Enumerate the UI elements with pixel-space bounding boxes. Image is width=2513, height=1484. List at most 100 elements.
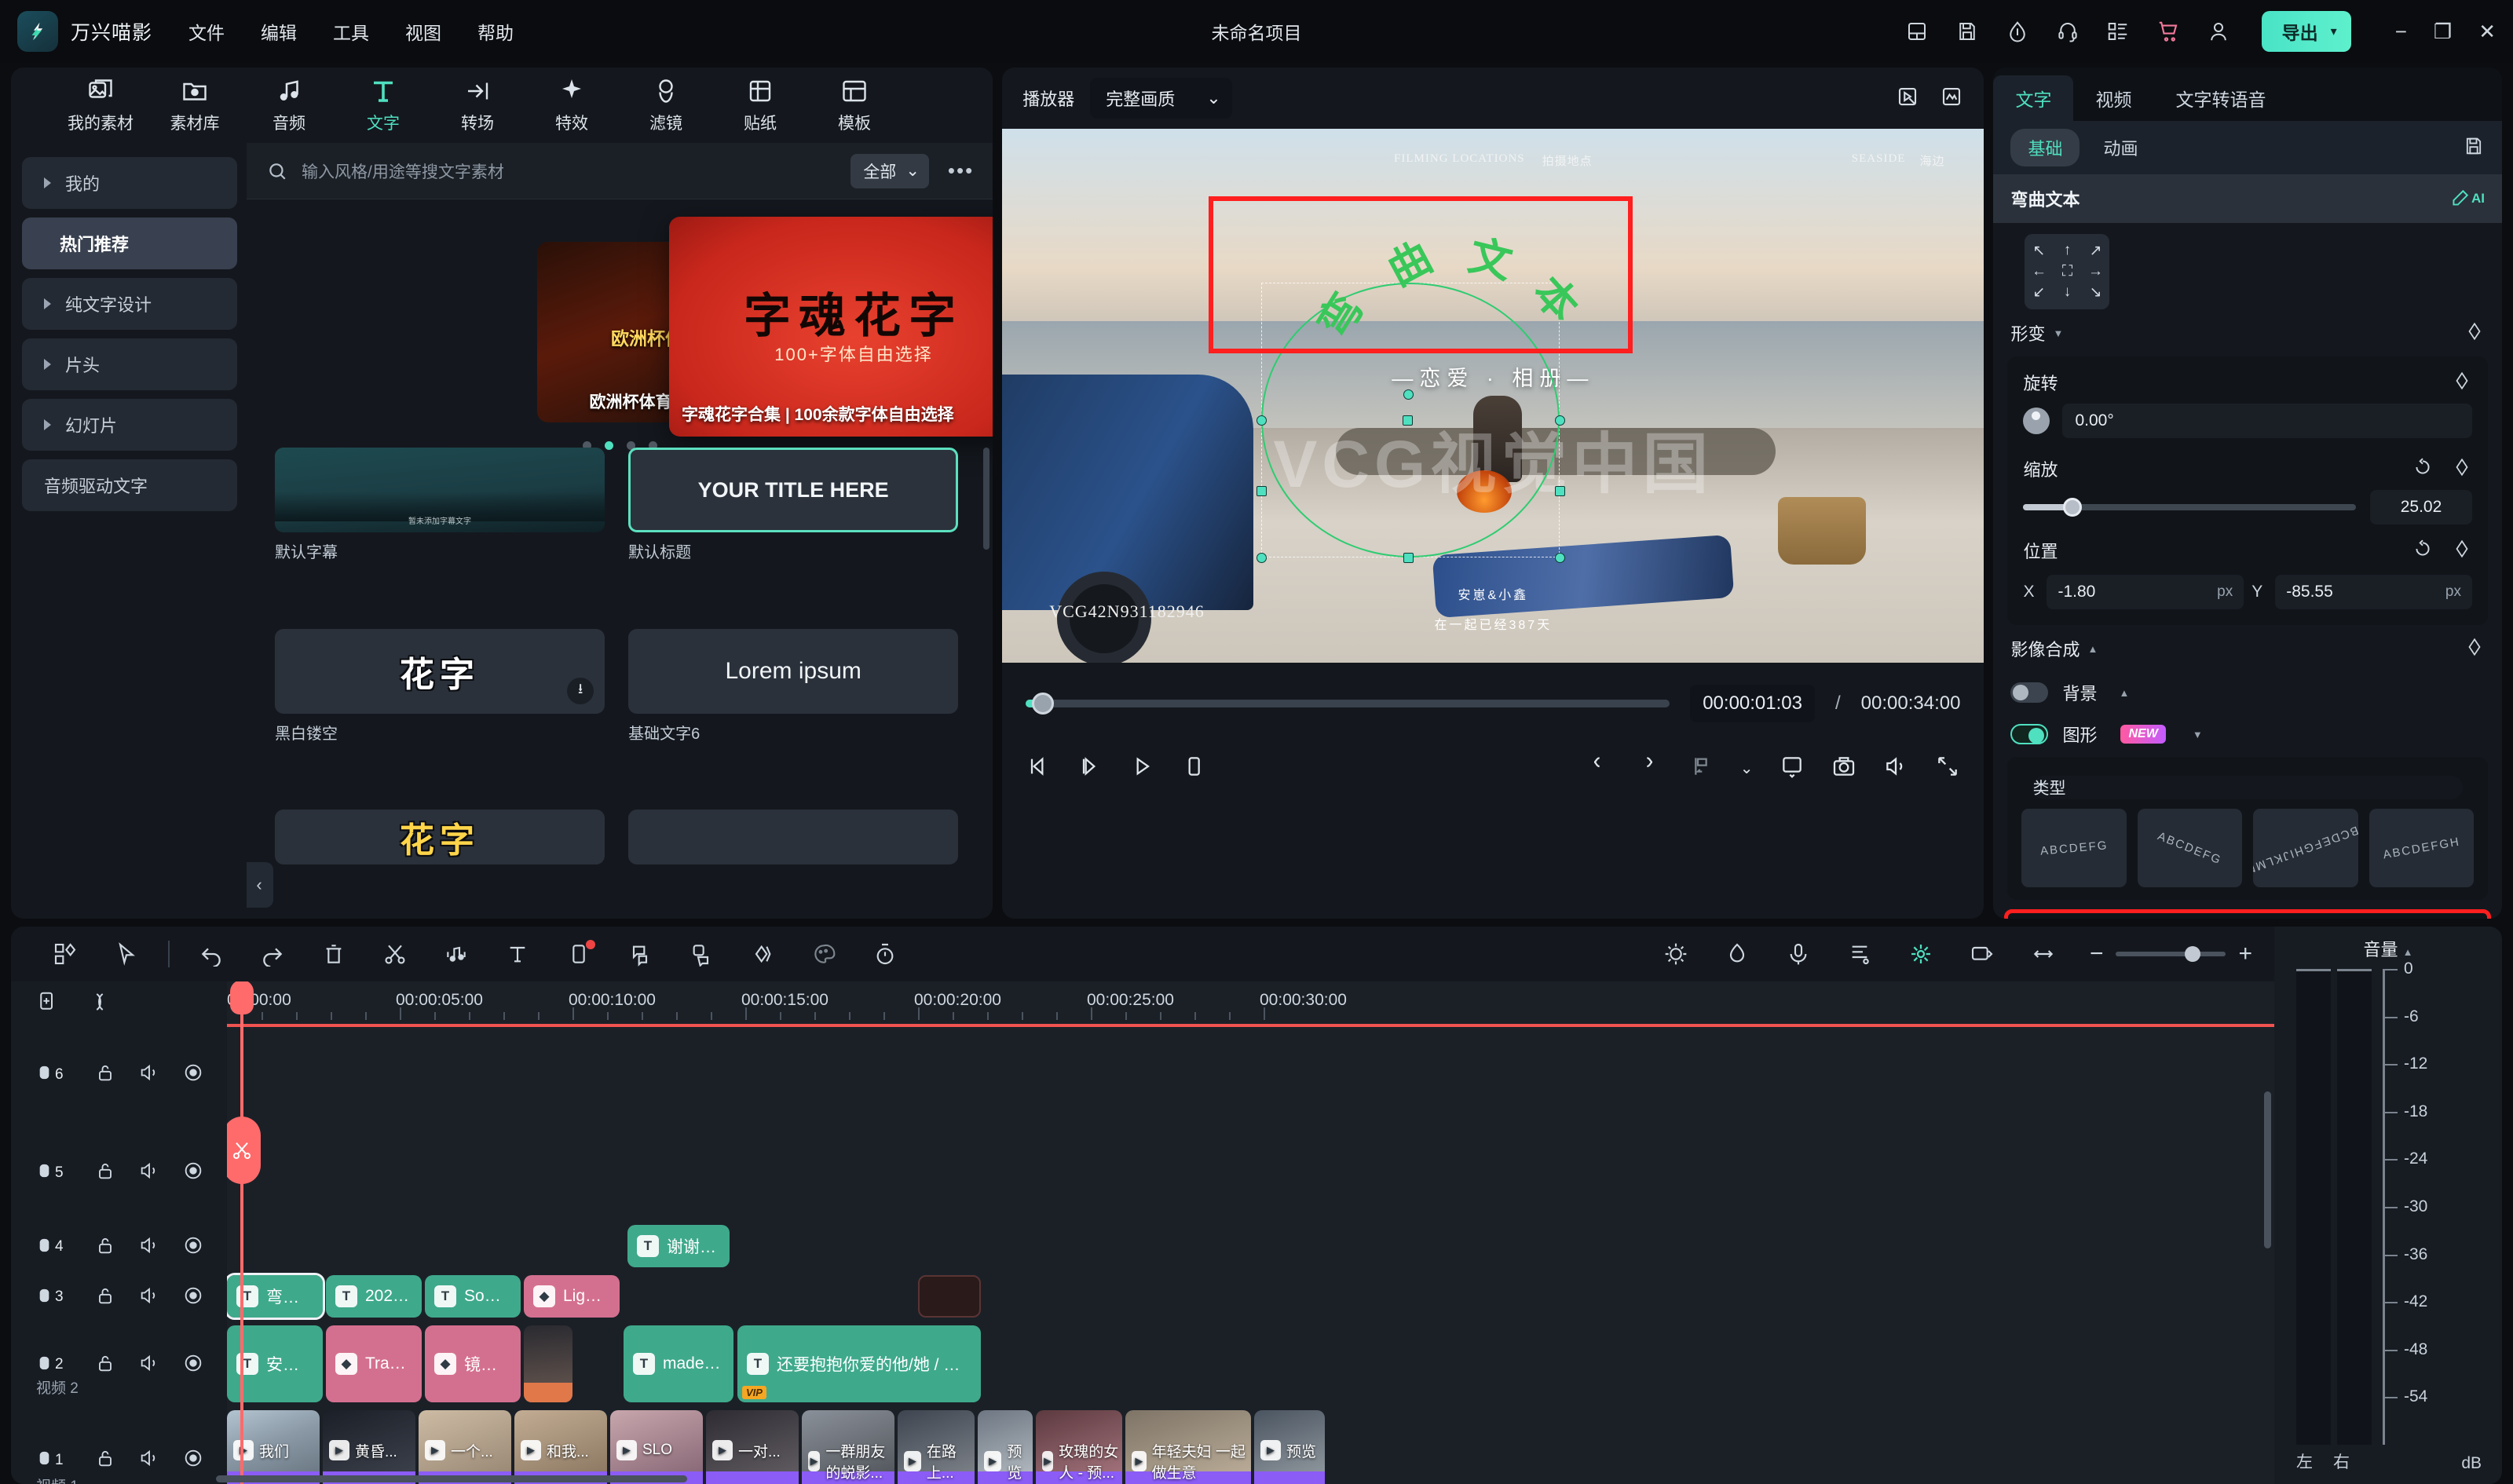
shape-toggle[interactable] bbox=[2010, 724, 2049, 744]
align-center-icon[interactable]: ⛶ bbox=[2062, 263, 2072, 280]
grid-icon[interactable] bbox=[2105, 18, 2131, 45]
rotation-dial[interactable] bbox=[2023, 408, 2050, 434]
headset-icon[interactable] bbox=[2054, 18, 2081, 45]
filter-dropdown[interactable]: 全部 ⌄ bbox=[850, 153, 929, 188]
hide-icon[interactable] bbox=[182, 1062, 204, 1087]
minimize-icon[interactable]: − bbox=[2395, 21, 2407, 42]
next-frame-icon[interactable] bbox=[1077, 754, 1103, 783]
template-thumbnail[interactable]: 暂未添加字幕文字 bbox=[275, 448, 605, 532]
speed-icon[interactable] bbox=[2004, 18, 2031, 45]
timeline-clip-thumbnail[interactable] bbox=[524, 1325, 572, 1402]
search-input[interactable]: 输入风格/用途等搜文字素材 bbox=[302, 159, 836, 183]
curve-handle[interactable] bbox=[1403, 415, 1414, 426]
tool-my-media[interactable]: 我的素材 bbox=[53, 77, 148, 134]
green-screen-icon[interactable] bbox=[1952, 941, 2013, 967]
close-icon[interactable]: ✕ bbox=[2478, 21, 2496, 42]
save-preset-icon[interactable] bbox=[2463, 135, 2485, 161]
mark-out-icon[interactable] bbox=[1637, 754, 1662, 783]
timeline-clip[interactable]: ◆ 镜头炫光3 bbox=[425, 1325, 521, 1402]
type-option-arc-wide[interactable]: ABCDEFG bbox=[2021, 809, 2127, 887]
menu-item-edit[interactable]: 编辑 bbox=[261, 18, 297, 45]
library-scrollbar[interactable] bbox=[983, 448, 990, 550]
seek-knob[interactable] bbox=[1032, 693, 1055, 715]
align-top-right-icon[interactable]: ↗ bbox=[2090, 242, 2102, 260]
preview-canvas[interactable]: FILMING LOCATIONS 拍摄地点 SEASIDE 海边 VCG视觉中… bbox=[1002, 129, 1984, 663]
type-option-circle[interactable]: ABCDEFGHIJKLMN bbox=[2253, 809, 2358, 887]
play-icon[interactable] bbox=[1129, 754, 1154, 783]
fullscreen-icon[interactable] bbox=[1935, 754, 1960, 783]
category-my[interactable]: 我的 bbox=[22, 157, 237, 209]
lock-icon[interactable] bbox=[94, 1352, 116, 1378]
timeline-video-clip[interactable]: ▶ 玫瑰的女人 - 预... bbox=[1036, 1410, 1122, 1484]
export-button[interactable]: 导出 ▾ bbox=[2261, 11, 2351, 52]
timeline-clip[interactable]: ◆ Travel Chic Ove... bbox=[326, 1325, 422, 1402]
template-card[interactable]: Lorem ipsum 基础文字6 bbox=[628, 628, 959, 798]
tool-filter[interactable]: 滤镜 bbox=[619, 77, 713, 134]
subtab-animation[interactable]: 动画 bbox=[2086, 129, 2155, 166]
undo-icon[interactable] bbox=[181, 941, 242, 967]
tool-template[interactable]: 模板 bbox=[807, 77, 902, 134]
subtab-basic[interactable]: 基础 bbox=[2010, 129, 2080, 166]
resize-handle-bottom-center[interactable] bbox=[1403, 553, 1414, 563]
timeline-video-clip[interactable]: ▶ 在路上... bbox=[898, 1410, 975, 1484]
lock-icon[interactable] bbox=[94, 1062, 116, 1087]
template-card[interactable]: 花字 bbox=[275, 810, 605, 919]
timeline-clip[interactable]: T 2023.02.14 / Th... bbox=[326, 1275, 422, 1318]
current-time[interactable]: 00:00:01:03 bbox=[1690, 685, 1815, 722]
chevron-up-icon[interactable]: ▲ bbox=[2087, 643, 2098, 655]
timeline-clip[interactable]: T made on travel 2... bbox=[624, 1325, 733, 1402]
menu-item-file[interactable]: 文件 bbox=[188, 18, 225, 45]
timeline-clip[interactable]: T Sometimes, yo... bbox=[425, 1275, 521, 1318]
account-icon[interactable] bbox=[2205, 18, 2232, 45]
auto-reframe-icon[interactable] bbox=[1645, 941, 1706, 967]
add-text-icon[interactable] bbox=[487, 941, 548, 967]
crop-icon[interactable] bbox=[1780, 754, 1805, 783]
template-thumbnail[interactable]: 花字 bbox=[275, 810, 605, 865]
tool-material-library[interactable]: 素材库 bbox=[148, 77, 242, 134]
mute-icon[interactable] bbox=[138, 1352, 160, 1378]
mute-icon[interactable] bbox=[138, 1160, 160, 1186]
carousel-card-center[interactable]: 字魂花字 100+字体自由选择 字魂花字合集 | 100余款字体自由选择 bbox=[669, 217, 993, 437]
background-row[interactable]: 背景 ▲ bbox=[1993, 672, 2502, 713]
cart-icon[interactable] bbox=[2155, 18, 2182, 45]
align-bottom-right-icon[interactable]: ↘ bbox=[2090, 283, 2102, 302]
color-icon[interactable] bbox=[793, 941, 854, 967]
align-bottom-left-icon[interactable]: ↙ bbox=[2033, 283, 2046, 302]
stop-icon[interactable] bbox=[1181, 754, 1206, 783]
ai-edit-icon[interactable]: AI bbox=[2449, 188, 2485, 209]
timeline-ruler[interactable]: 00:00:00 00:00:05:00 00:00:10:00 00:00:1… bbox=[227, 981, 2274, 1025]
align-top-center-icon[interactable]: ↑ bbox=[2064, 242, 2072, 260]
marker-icon[interactable] bbox=[1829, 941, 1890, 967]
lock-icon[interactable] bbox=[94, 1160, 116, 1186]
mark-in-icon[interactable] bbox=[1585, 754, 1610, 783]
menu-item-help[interactable]: 帮助 bbox=[477, 18, 514, 45]
mute-icon[interactable] bbox=[138, 1285, 160, 1310]
compositing-section-header[interactable]: 影像合成 ▲ bbox=[1993, 625, 2502, 672]
lane-track-3[interactable]: T 弯曲文本 / 一恋... T 2023.02.14 / Th... T So… bbox=[227, 1272, 2274, 1322]
mic-icon[interactable] bbox=[1768, 941, 1829, 967]
chevron-down-icon[interactable]: ▾ bbox=[2331, 24, 2337, 39]
template-thumbnail[interactable]: 花字 ⭳ bbox=[275, 628, 605, 714]
type-option-arc-tilt[interactable]: ABCDEFG bbox=[2137, 809, 2243, 887]
templates-icon[interactable] bbox=[35, 941, 96, 967]
menu-item-view[interactable]: 视图 bbox=[405, 18, 441, 45]
zoom-out-button[interactable]: − bbox=[2090, 941, 2104, 967]
resize-handle-middle-left[interactable] bbox=[1256, 486, 1267, 496]
speed-icon[interactable] bbox=[854, 941, 916, 967]
split-icon[interactable] bbox=[364, 941, 426, 967]
position-x-input[interactable]: -1.80 px bbox=[2047, 575, 2244, 609]
tool-sticker[interactable]: 贴纸 bbox=[713, 77, 807, 134]
timeline-lanes[interactable]: 00:00:00 00:00:05:00 00:00:10:00 00:00:1… bbox=[227, 981, 2274, 1484]
zoom-in-button[interactable]: + bbox=[2238, 941, 2252, 967]
prev-frame-icon[interactable] bbox=[1026, 754, 1051, 783]
position-y-input[interactable]: -85.55 px bbox=[2275, 575, 2472, 609]
redo-icon[interactable] bbox=[242, 941, 303, 967]
category-audio-driven-text[interactable]: 音频驱动文字 bbox=[22, 459, 237, 511]
template-card[interactable]: 暂未添加字幕文字 默认字幕 bbox=[275, 448, 605, 616]
link-icon[interactable] bbox=[88, 990, 112, 1018]
transform-section-header[interactable]: 形变 ▼ bbox=[1993, 309, 2502, 356]
text-to-speech-icon[interactable] bbox=[671, 941, 732, 967]
chevron-up-icon[interactable]: ▲ bbox=[2119, 687, 2129, 699]
lock-icon[interactable] bbox=[94, 1447, 116, 1473]
tool-transition[interactable]: 转场 bbox=[430, 77, 525, 134]
